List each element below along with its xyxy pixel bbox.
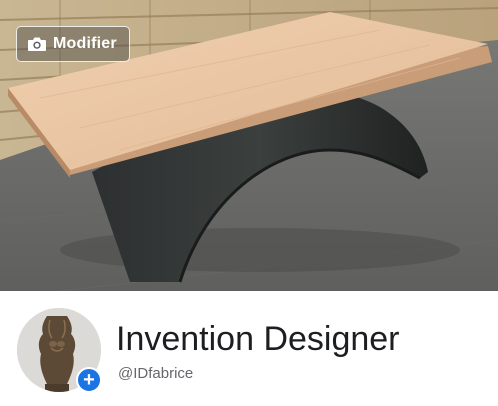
plus-icon: + [83,369,95,391]
cover-photo[interactable]: Modifier [0,0,498,291]
profile-header: + Invention Designer @IDfabrice [0,291,498,406]
profile-name: Invention Designer [116,320,400,358]
modify-cover-button[interactable]: Modifier [16,26,130,62]
page-profile: Modifier + Invention Designer @IDfabrice [0,0,498,406]
profile-handle: @IDfabrice [118,365,194,382]
camera-icon [28,37,46,51]
modify-cover-label: Modifier [53,35,117,52]
add-story-button[interactable]: + [76,367,102,393]
